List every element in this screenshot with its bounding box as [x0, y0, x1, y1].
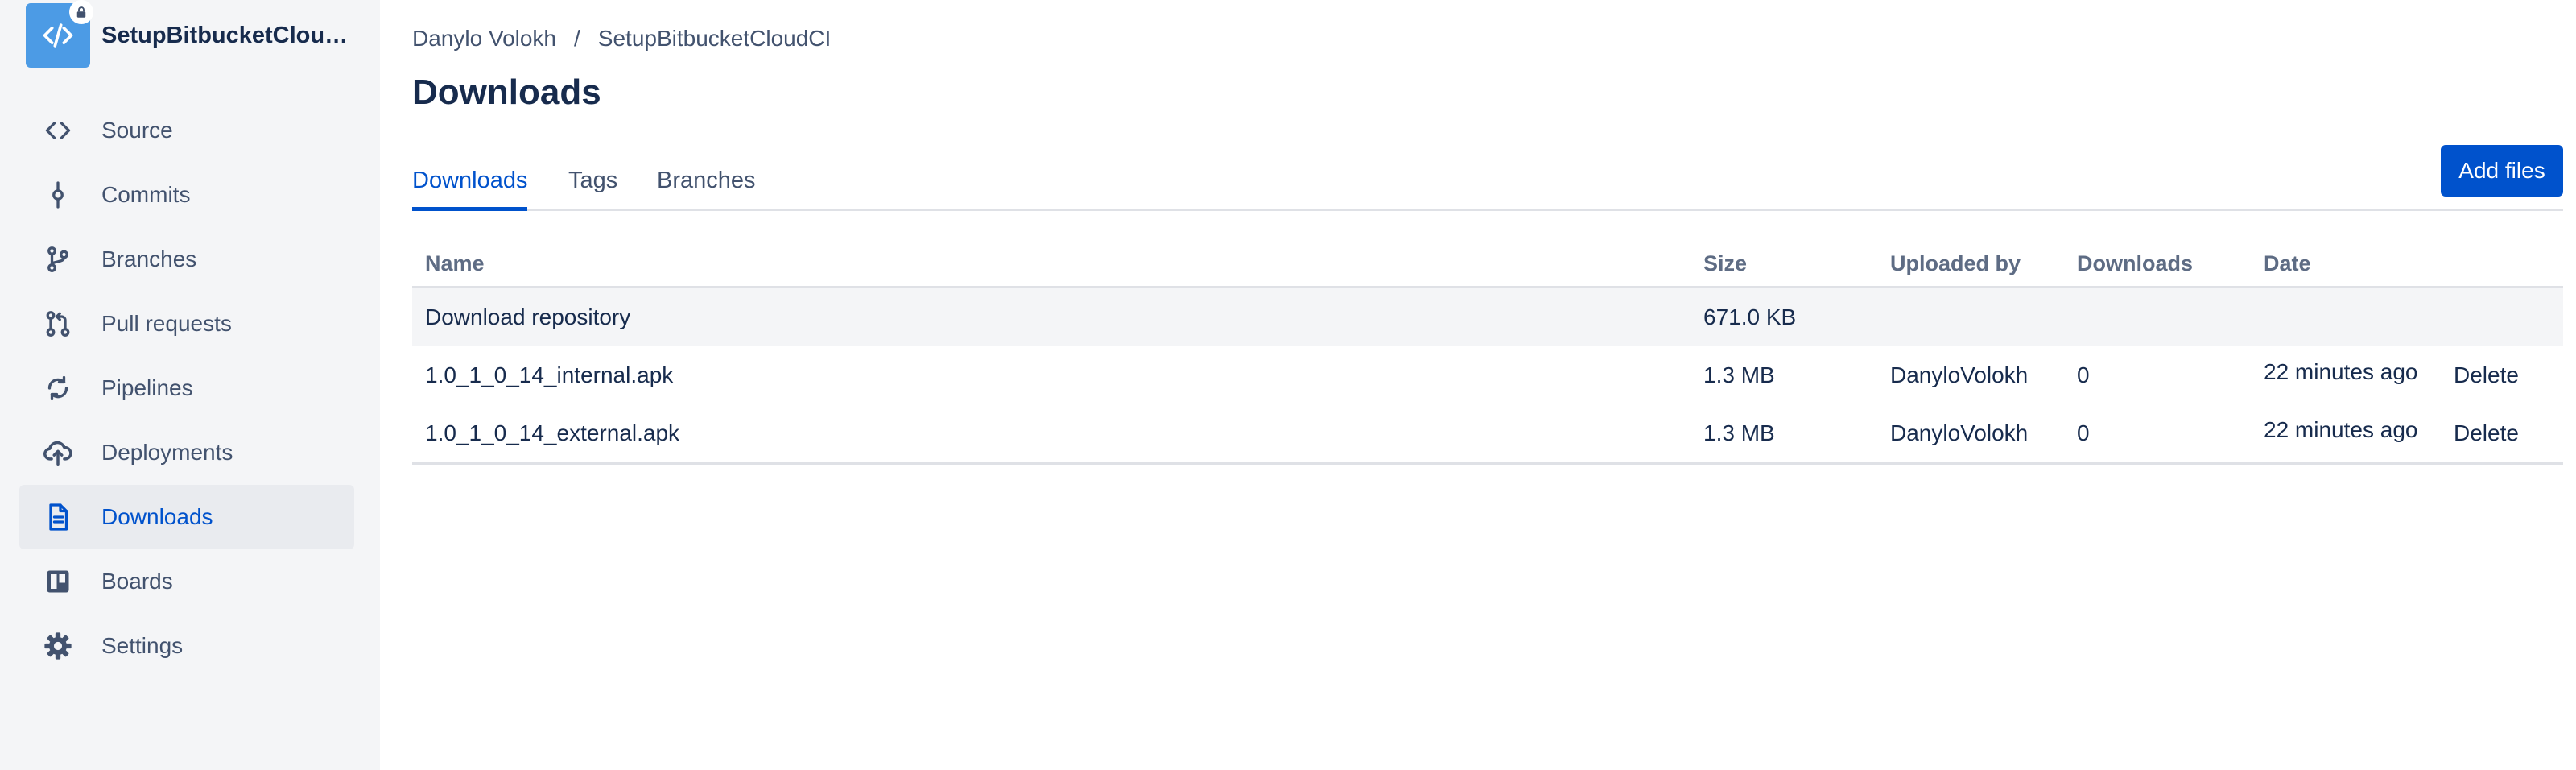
column-header-date[interactable]: Date	[2264, 251, 2311, 276]
repo-header[interactable]: SetupBitbucketCloudCI	[26, 0, 353, 68]
upload-date: 22 minutes ago	[2264, 417, 2418, 442]
file-name-link[interactable]: 1.0_1_0_14_external.apk	[425, 420, 679, 446]
sidebar-item-branches[interactable]: Branches	[19, 227, 354, 292]
repo-name[interactable]: SetupBitbucketCloudCI	[101, 23, 353, 49]
delete-link[interactable]: Delete	[2454, 362, 2519, 388]
pipelines-icon	[39, 369, 77, 408]
column-header-size[interactable]: Size	[1703, 251, 1747, 276]
gear-icon	[39, 627, 77, 665]
sidebar-item-source[interactable]: Source	[19, 98, 354, 163]
tab-branches[interactable]: Branches	[657, 168, 756, 211]
breadcrumb-separator: /	[574, 26, 580, 51]
file-size: 1.3 MB	[1703, 420, 1775, 445]
branch-icon	[39, 240, 77, 279]
file-name-link[interactable]: 1.0_1_0_14_internal.apk	[425, 362, 673, 388]
breadcrumb-repo-link[interactable]: SetupBitbucketCloudCI	[598, 26, 832, 52]
sidebar-item-label: Source	[101, 118, 173, 143]
upload-date: 22 minutes ago	[2264, 359, 2418, 384]
sidebar-item-downloads[interactable]: Downloads	[19, 485, 354, 549]
code-icon	[39, 111, 77, 150]
download-count: 0	[2077, 362, 2090, 387]
file-name-link[interactable]: Download repository	[425, 304, 630, 330]
sidebar-item-pipelines[interactable]: Pipelines	[19, 356, 354, 420]
download-count: 0	[2077, 420, 2090, 445]
column-header-downloads[interactable]: Downloads	[2077, 251, 2193, 276]
sidebar-item-deployments[interactable]: Deployments	[19, 420, 354, 485]
tab-tags[interactable]: Tags	[568, 168, 617, 211]
pull-request-icon	[39, 304, 77, 343]
uploaded-by: DanyloVolokh	[1890, 362, 2029, 387]
tab-bar: Downloads Tags Branches	[412, 159, 2563, 211]
file-size: 671.0 KB	[1703, 304, 1797, 329]
document-icon	[39, 498, 77, 536]
code-icon	[43, 23, 73, 48]
sidebar-item-label: Commits	[101, 182, 191, 207]
table-header: Name Size Uploaded by Downloads Date	[412, 243, 2563, 288]
downloads-table: Name Size Uploaded by Downloads Date Dow…	[412, 243, 2563, 465]
sidebar-nav: Source Commits Branches Pull requests Pi…	[19, 98, 354, 678]
sidebar-item-commits[interactable]: Commits	[19, 163, 354, 227]
page-title: Downloads	[412, 72, 601, 112]
breadcrumb: Danylo Volokh / SetupBitbucketCloudCI	[412, 26, 831, 52]
column-header-name[interactable]: Name	[425, 251, 485, 276]
board-icon	[39, 562, 77, 601]
uploaded-by: DanyloVolokh	[1890, 420, 2029, 445]
sidebar-item-label: Branches	[101, 246, 197, 271]
table-row: Download repository 671.0 KB	[412, 288, 2563, 346]
lock-icon	[69, 0, 93, 24]
delete-link[interactable]: Delete	[2454, 420, 2519, 446]
table-row: 1.0_1_0_14_external.apk 1.3 MB DanyloVol…	[412, 404, 2563, 462]
sidebar-item-label: Boards	[101, 569, 173, 594]
sidebar-item-label: Settings	[101, 633, 184, 658]
repo-avatar[interactable]	[26, 0, 93, 68]
cloud-upload-icon	[39, 433, 77, 472]
file-size: 1.3 MB	[1703, 362, 1775, 387]
commit-icon	[39, 176, 77, 214]
breadcrumb-owner-link[interactable]: Danylo Volokh	[412, 26, 556, 52]
sidebar-item-boards[interactable]: Boards	[19, 549, 354, 614]
sidebar-item-label: Deployments	[101, 440, 233, 465]
sidebar-item-pull-requests[interactable]: Pull requests	[19, 292, 354, 356]
table-row: 1.0_1_0_14_internal.apk 1.3 MB DanyloVol…	[412, 346, 2563, 404]
sidebar-item-label: Downloads	[101, 504, 213, 529]
sidebar: SetupBitbucketCloudCI Source Commits Bra…	[0, 0, 380, 770]
column-header-uploaded-by[interactable]: Uploaded by	[1890, 251, 2021, 276]
sidebar-item-label: Pull requests	[101, 311, 232, 336]
sidebar-item-settings[interactable]: Settings	[19, 614, 354, 678]
tab-downloads[interactable]: Downloads	[412, 168, 528, 211]
sidebar-item-label: Pipelines	[101, 375, 193, 400]
